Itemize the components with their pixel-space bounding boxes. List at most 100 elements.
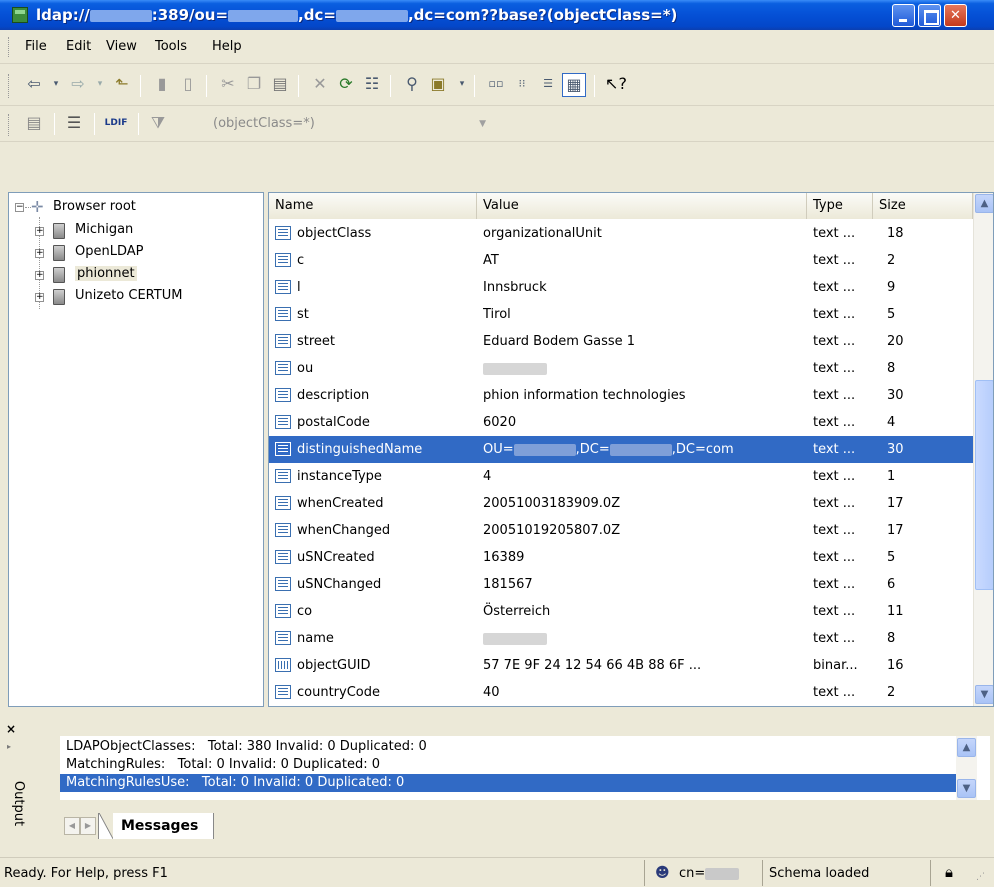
attribute-name-cell[interactable]: description — [269, 382, 477, 409]
expand-michigan-icon[interactable]: + — [35, 227, 44, 236]
attribute-type-cell[interactable]: text ... — [813, 625, 873, 652]
attribute-size-cell[interactable]: 9 — [887, 274, 967, 301]
attributes-grid[interactable]: Name Value Type Size objectClass organiza… — [268, 192, 994, 707]
attribute-size-cell[interactable]: 5 — [887, 544, 967, 571]
attribute-size-cell[interactable]: 2 — [887, 247, 967, 274]
new-entry-dropdown-icon[interactable]: ▾ — [450, 73, 474, 97]
toolbar-grip[interactable] — [8, 114, 11, 136]
attribute-value-cell[interactable]: 6020 — [483, 409, 805, 436]
list-item[interactable]: MatchingRulesUse: Total: 0 Invalid: 0 Du… — [60, 774, 956, 792]
title-bar[interactable]: ldap://:389/ou= ,dc= ,dc=com??base?(object… — [0, 0, 994, 30]
attribute-type-cell[interactable]: text ... — [813, 247, 873, 274]
minimize-button[interactable] — [892, 4, 915, 27]
pin-icon[interactable]: ▸ — [7, 742, 11, 751]
attribute-name-cell[interactable]: whenChanged — [269, 517, 477, 544]
find-binoculars-icon[interactable]: ⚲ — [400, 73, 424, 97]
attribute-name-cell[interactable]: objectGUID — [269, 652, 477, 679]
back-arrow-icon[interactable]: ⇦ — [22, 73, 46, 97]
column-header-name[interactable]: Name — [269, 193, 477, 219]
table-row[interactable]: co Österreich text ... 11 — [269, 598, 973, 625]
attribute-name-cell[interactable]: uSNCreated — [269, 544, 477, 571]
delete-icon[interactable]: ✕ — [308, 73, 332, 97]
attribute-name-cell[interactable]: whenCreated — [269, 490, 477, 517]
attribute-value-cell[interactable]: 57 7E 9F 24 12 54 66 4B 88 6F ... — [483, 652, 805, 679]
attribute-name-cell[interactable]: street — [269, 328, 477, 355]
attribute-type-cell[interactable]: text ... — [813, 328, 873, 355]
forward-dropdown-icon[interactable]: ▾ — [88, 73, 112, 97]
attribute-size-cell[interactable]: 11 — [887, 598, 967, 625]
output-scrollbar[interactable]: ▲ ▼ — [956, 736, 977, 800]
schema-icon[interactable]: ☰ — [62, 112, 86, 136]
app-icon[interactable] — [12, 7, 28, 23]
attribute-name-cell[interactable]: objectClass — [269, 220, 477, 247]
tab-scroll-right-icon[interactable]: ▶ — [80, 817, 96, 835]
attribute-type-cell[interactable]: text ... — [813, 220, 873, 247]
attribute-size-cell[interactable]: 4 — [887, 409, 967, 436]
forward-arrow-icon[interactable]: ⇨ — [66, 73, 90, 97]
attribute-name-cell[interactable]: name — [269, 625, 477, 652]
ldif-icon[interactable]: LDIF — [100, 112, 132, 136]
table-row[interactable]: st Tirol text ... 5 — [269, 301, 973, 328]
attribute-size-cell[interactable]: 8 — [887, 625, 967, 652]
connect-icon[interactable]: ▮ — [150, 73, 174, 97]
copy-icon[interactable]: ❐ — [242, 73, 266, 97]
chevron-down-icon[interactable]: ▼ — [479, 113, 486, 135]
table-row[interactable]: uSNChanged 181567 text ... 6 — [269, 571, 973, 598]
attribute-type-cell[interactable]: text ... — [813, 598, 873, 625]
attribute-size-cell[interactable]: 30 — [887, 436, 967, 463]
attribute-name-cell[interactable]: instanceType — [269, 463, 477, 490]
up-folder-icon[interactable]: ⬑ — [110, 73, 134, 97]
table-row[interactable]: objectClass organizationalUnit text ... 18 — [269, 220, 973, 247]
attribute-value-cell[interactable]: 16389 — [483, 544, 805, 571]
scrollbar-thumb[interactable] — [975, 380, 993, 590]
table-row[interactable]: postalCode 6020 text ... 4 — [269, 409, 973, 436]
attribute-type-cell[interactable]: text ... — [813, 490, 873, 517]
attribute-value-cell[interactable]: AT — [483, 247, 805, 274]
attribute-value-cell[interactable] — [483, 625, 805, 652]
attribute-name-cell[interactable]: postalCode — [269, 409, 477, 436]
attribute-value-cell[interactable]: Österreich — [483, 598, 805, 625]
scroll-down-icon[interactable]: ▼ — [957, 779, 976, 798]
list-item[interactable]: LDAPObjectClasses: Total: 380 Invalid: 0… — [60, 738, 956, 756]
attribute-value-cell[interactable] — [483, 355, 805, 382]
collapse-root-icon[interactable]: − — [15, 203, 24, 212]
attribute-type-cell[interactable]: text ... — [813, 382, 873, 409]
attribute-size-cell[interactable]: 18 — [887, 220, 967, 247]
table-row[interactable]: instanceType 4 text ... 1 — [269, 463, 973, 490]
menu-help[interactable]: Help — [212, 39, 242, 54]
close-button[interactable]: ✕ — [944, 4, 967, 27]
attribute-name-cell[interactable]: countryCode — [269, 679, 477, 706]
table-row[interactable]: uSNCreated 16389 text ... 5 — [269, 544, 973, 571]
attribute-size-cell[interactable]: 2 — [887, 679, 967, 706]
attribute-type-cell[interactable]: text ... — [813, 463, 873, 490]
attribute-name-cell[interactable]: uSNChanged — [269, 571, 477, 598]
attribute-value-cell[interactable]: OU= ,DC= ,DC=com — [483, 436, 805, 463]
tab-scroll-left-icon[interactable]: ◀ — [64, 817, 80, 835]
attribute-type-cell[interactable]: text ... — [813, 679, 873, 706]
table-row[interactable]: street Eduard Bodem Gasse 1 text ... 20 — [269, 328, 973, 355]
attribute-type-cell[interactable]: text ... — [813, 409, 873, 436]
menubar-grip[interactable] — [8, 37, 11, 57]
attribute-value-cell[interactable]: 20051019205807.0Z — [483, 517, 805, 544]
attribute-type-cell[interactable]: text ... — [813, 436, 873, 463]
attribute-size-cell[interactable]: 1 — [887, 463, 967, 490]
attribute-value-cell[interactable]: Innsbruck — [483, 274, 805, 301]
table-row[interactable]: whenChanged 20051019205807.0Z text ... 17 — [269, 517, 973, 544]
attribute-name-cell[interactable]: co — [269, 598, 477, 625]
tab-messages[interactable]: Messages — [98, 813, 214, 839]
attribute-type-cell[interactable]: binar... — [813, 652, 873, 679]
attribute-value-cell[interactable]: 181567 — [483, 571, 805, 598]
expand-openldap-icon[interactable]: + — [35, 249, 44, 258]
column-header-type[interactable]: Type — [807, 193, 873, 219]
menu-file[interactable]: File — [25, 39, 47, 54]
menu-view[interactable]: View — [106, 39, 137, 54]
maximize-button[interactable] — [918, 4, 941, 27]
attribute-size-cell[interactable]: 8 — [887, 355, 967, 382]
table-row[interactable]: ou text ... 8 — [269, 355, 973, 382]
filter-combobox[interactable]: (objectClass=*) ▼ — [213, 113, 498, 137]
back-dropdown-icon[interactable]: ▾ — [44, 73, 68, 97]
attribute-name-cell[interactable]: distinguishedName — [269, 436, 477, 463]
attribute-value-cell[interactable]: Eduard Bodem Gasse 1 — [483, 328, 805, 355]
list-item[interactable]: MatchingRules: Total: 0 Invalid: 0 Dupli… — [60, 756, 956, 774]
attribute-value-cell[interactable]: 40 — [483, 679, 805, 706]
